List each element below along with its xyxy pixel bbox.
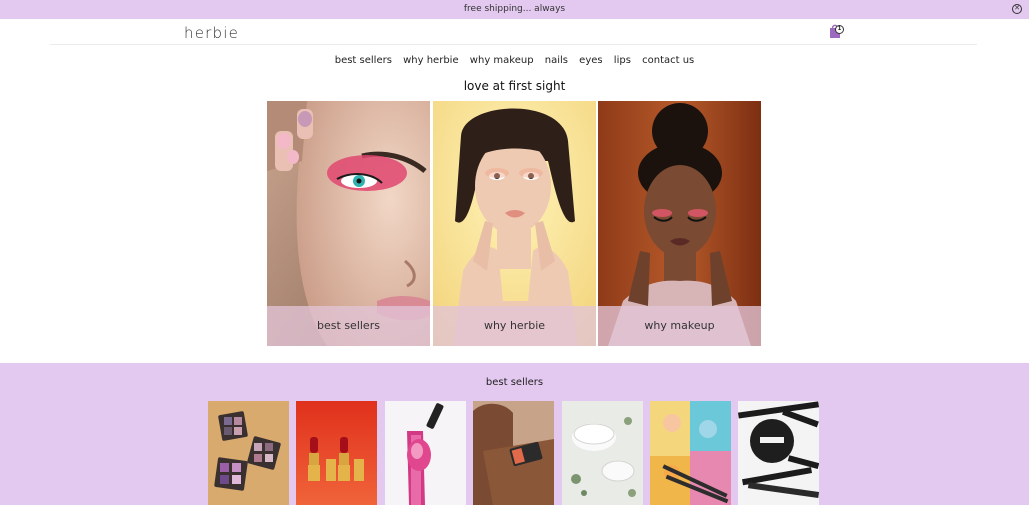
site-header	[0, 19, 1029, 45]
product-image-lipsticks	[296, 401, 377, 505]
site-logo[interactable]: herbie	[184, 24, 239, 42]
product-image-powder	[738, 401, 819, 505]
hero-tile-caption: best sellers	[267, 306, 430, 346]
product-image-foundation	[473, 401, 554, 505]
best-sellers-title: best sellers	[485, 377, 544, 388]
promo-text: free shipping... always	[463, 4, 566, 14]
promo-bar: free shipping... always ✕	[0, 0, 1029, 19]
product-image-pigments	[650, 401, 731, 505]
product-card-pink-lip-gloss[interactable]	[385, 401, 466, 505]
hero-tile-caption: why herbie	[433, 306, 596, 346]
close-icon[interactable]: ✕	[1012, 4, 1022, 14]
product-card-red-lipsticks[interactable]	[296, 401, 377, 505]
product-card-eyeshadow-palettes[interactable]	[208, 401, 289, 505]
product-image-lip-gloss	[385, 401, 466, 505]
hero-title: love at first sight	[463, 79, 566, 93]
hero-tile-why-herbie[interactable]: why herbie	[433, 101, 596, 346]
nav-item-why-makeup[interactable]: why makeup	[470, 55, 534, 66]
cart-count-badge: 1	[835, 25, 844, 34]
main-nav: best sellers why herbie why makeup nails…	[0, 55, 1029, 66]
hero-tile-why-makeup[interactable]: why makeup	[598, 101, 761, 346]
nav-item-nails[interactable]: nails	[545, 55, 568, 66]
header-divider	[50, 44, 977, 45]
product-card-foundation-tube[interactable]	[473, 401, 554, 505]
hero-tile-best-sellers[interactable]: best sellers	[267, 101, 430, 346]
nav-item-contact-us[interactable]: contact us	[642, 55, 694, 66]
nav-item-lips[interactable]: lips	[614, 55, 631, 66]
nav-item-best-sellers[interactable]: best sellers	[335, 55, 392, 66]
product-card-powder-brushes[interactable]	[738, 401, 819, 505]
nav-item-why-herbie[interactable]: why herbie	[403, 55, 459, 66]
product-card-face-cream-jars[interactable]	[562, 401, 643, 505]
product-image-face-cream	[562, 401, 643, 505]
hero-tile-caption: why makeup	[598, 306, 761, 346]
product-image-eyeshadow	[208, 401, 289, 505]
nav-item-eyes[interactable]: eyes	[579, 55, 602, 66]
product-card-pigment-powders[interactable]	[650, 401, 731, 505]
